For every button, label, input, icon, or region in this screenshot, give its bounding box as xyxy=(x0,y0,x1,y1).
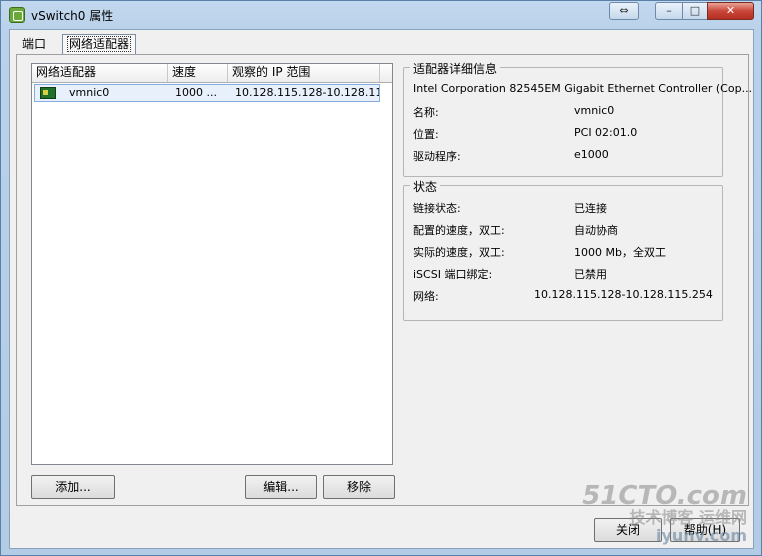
adapter-speed-cell: 1000 ... xyxy=(175,86,217,99)
iscsi-binding-value: 已禁用 xyxy=(574,268,607,281)
tab-network-adapters[interactable]: 网络适配器 xyxy=(62,34,137,55)
name-value: vmnic0 xyxy=(574,104,615,117)
close-window-button[interactable]: ✕ xyxy=(707,2,754,20)
minimize-button[interactable]: – xyxy=(655,2,683,20)
network-value: 10.128.115.128-10.128.115.254 xyxy=(534,288,713,301)
adapter-list-header: 网络适配器 速度 观察的 IP 范围 xyxy=(32,64,392,83)
link-status-label: 链接状态: xyxy=(413,202,461,215)
actual-speed-value: 1000 Mb，全双工 xyxy=(574,246,666,259)
column-header-speed[interactable]: 速度 xyxy=(168,64,228,82)
location-value: PCI 02:01.0 xyxy=(574,126,638,139)
tab-ports[interactable]: 端口 xyxy=(18,36,50,54)
watermark-line-2: 技术博客 运维网 xyxy=(629,508,747,527)
configured-speed-value: 自动协商 xyxy=(574,224,618,237)
nic-icon xyxy=(40,87,56,99)
maximize-button[interactable]: □ xyxy=(682,2,708,20)
location-label: 位置: xyxy=(413,128,439,141)
adapter-list[interactable]: 网络适配器 速度 观察的 IP 范围 vmnic0 1000 ... 10.12… xyxy=(31,63,393,465)
site-watermark: 51CTO.com 技术博客 运维网 iyunv.com xyxy=(582,483,747,545)
actual-speed-label: 实际的速度，双工: xyxy=(413,246,505,259)
adapter-ip-cell: 10.128.115.128-10.128.115... xyxy=(235,86,379,99)
tab-network-adapters-label: 网络适配器 xyxy=(67,36,132,52)
watermark-line-3: iyunv.com xyxy=(655,526,747,545)
title-bar[interactable]: vSwitch0 属性 ⇔ – □ ✕ xyxy=(1,1,761,29)
dialog-client-area: 端口 网络适配器 网络适配器 速度 观察的 IP 范围 vmnic0 1000 … xyxy=(9,29,754,549)
name-label: 名称: xyxy=(413,106,439,119)
window-frame: vSwitch0 属性 ⇔ – □ ✕ 端口 网络适配器 网络适配器 速度 观察… xyxy=(0,0,762,556)
adapter-name-cell: vmnic0 xyxy=(69,86,110,99)
link-status-value: 已连接 xyxy=(574,202,607,215)
column-header-ip-range[interactable]: 观察的 IP 范围 xyxy=(228,64,380,82)
status-group: 状态 链接状态: 已连接 配置的速度，双工: 自动协商 实际的速度，双工: 10… xyxy=(403,178,723,321)
adapter-description: Intel Corporation 82545EM Gigabit Ethern… xyxy=(413,82,753,95)
driver-label: 驱动程序: xyxy=(413,150,461,163)
network-label: 网络: xyxy=(413,290,439,303)
adapter-details-group: 适配器详细信息 Intel Corporation 82545EM Gigabi… xyxy=(403,60,752,177)
watermark-line-1: 51CTO.com xyxy=(582,481,747,511)
remove-button[interactable]: 移除 xyxy=(323,475,395,499)
network-adapters-panel: 网络适配器 速度 观察的 IP 范围 vmnic0 1000 ... 10.12… xyxy=(16,54,752,506)
configured-speed-label: 配置的速度，双工: xyxy=(413,224,505,237)
switch-window-button[interactable]: ⇔ xyxy=(609,2,639,20)
vsphere-app-icon xyxy=(9,7,25,23)
add-button[interactable]: 添加... xyxy=(31,475,115,499)
status-legend: 状态 xyxy=(410,178,441,195)
edit-button[interactable]: 编辑... xyxy=(245,475,317,499)
table-row[interactable]: vmnic0 1000 ... 10.128.115.128-10.128.11… xyxy=(34,84,380,102)
adapter-details-legend: 适配器详细信息 xyxy=(410,60,501,77)
driver-value: e1000 xyxy=(574,148,609,161)
window-title: vSwitch0 属性 xyxy=(31,9,114,23)
iscsi-binding-label: iSCSI 端口绑定: xyxy=(413,268,493,281)
column-header-adapter[interactable]: 网络适配器 xyxy=(32,64,168,82)
